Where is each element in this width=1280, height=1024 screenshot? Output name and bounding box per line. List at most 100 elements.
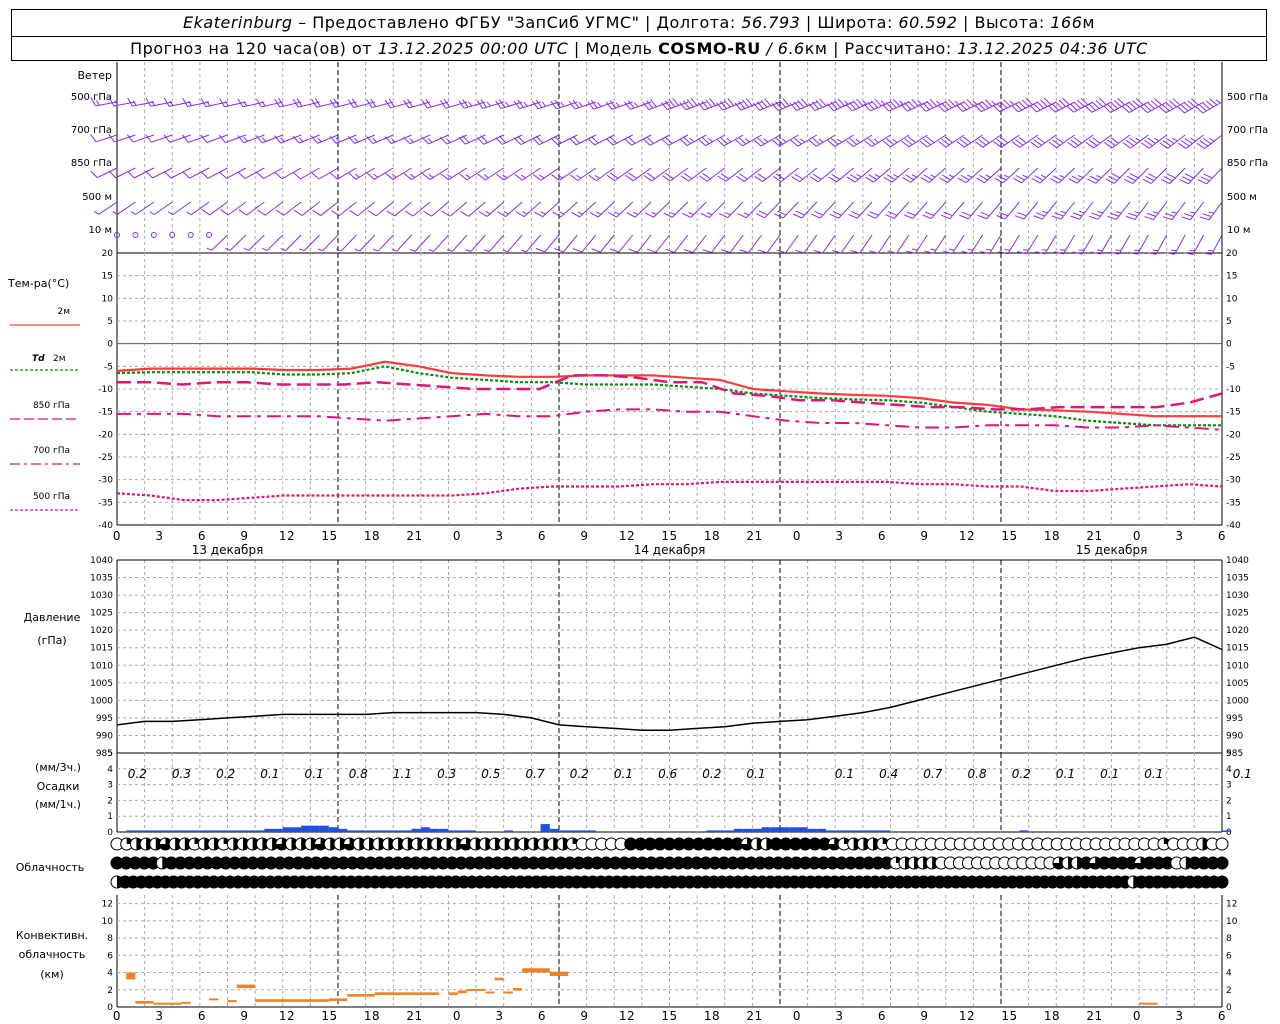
- wind-barb-half: [149, 211, 155, 216]
- wind-barb-half: [986, 248, 992, 251]
- wind-barb-feather: [1033, 215, 1043, 220]
- wind-barb-feather: [1126, 175, 1136, 182]
- wind-barb-half: [410, 248, 416, 252]
- wind-barb-staff: [859, 234, 873, 254]
- wind-barb-half: [1134, 249, 1140, 252]
- wind-barb: [1109, 234, 1131, 255]
- wind-barb-half: [317, 248, 323, 252]
- wind-barb-feather: [1160, 179, 1170, 185]
- wind-barb-feather: [1030, 141, 1039, 149]
- wind-barb-feather: [775, 137, 784, 145]
- wind-barb-feather: [1092, 137, 1101, 144]
- convective-cloud-bar: [135, 1000, 154, 1004]
- wind-barb-feather: [943, 211, 953, 217]
- x-tick-label-bottom: 12: [959, 1009, 975, 1023]
- wind-barb-feather: [686, 99, 694, 108]
- wind-barb-feather: [1142, 178, 1152, 185]
- wind-barb: [1177, 98, 1204, 114]
- y-tick-label-left: 4: [107, 765, 113, 775]
- wind-barb-feather: [591, 100, 598, 109]
- precip-bar: [291, 827, 302, 832]
- wind-barb: [465, 234, 486, 252]
- wind-barb-half: [541, 101, 547, 107]
- wind-barb-half: [1097, 211, 1104, 214]
- wind-barb-half: [725, 212, 731, 216]
- y-tick-label-right: 2: [1226, 796, 1232, 806]
- wind-barb-feather: [791, 176, 800, 183]
- y-tick-label-left: -25: [98, 453, 113, 463]
- date-label: 15 декабря: [1076, 543, 1148, 557]
- wind-barb-half: [1215, 99, 1221, 104]
- wind-barb-half: [1009, 100, 1015, 106]
- wind-barb-feather: [1014, 215, 1025, 220]
- wind-barb: [1146, 234, 1168, 255]
- wind-barb-half: [373, 248, 379, 252]
- wind-barb-feather: [1088, 215, 1099, 220]
- convective-cloud-bar: [328, 998, 338, 1001]
- y-tick-label-right: -30: [1226, 476, 1241, 486]
- x-tick-label-bottom: 3: [835, 1009, 843, 1023]
- x-tick-label: 0: [793, 529, 801, 543]
- cloud-cover-symbol: [1215, 856, 1229, 870]
- wind-barb-feather: [864, 140, 873, 148]
- wind-barb: [299, 234, 320, 252]
- precip-3h-sum: 0.1: [747, 767, 766, 781]
- wind-barb: [317, 234, 339, 252]
- y-tick-label-left: 2: [107, 796, 113, 806]
- wind-barb-feather: [868, 174, 877, 180]
- y-tick-label-right: 1015: [1226, 644, 1249, 654]
- wind-barb-feather: [851, 211, 861, 216]
- wind-barb-half: [132, 100, 137, 106]
- wind-barb-half: [1208, 211, 1214, 214]
- wind-barb: [1183, 234, 1205, 255]
- y-tick-label-right: 4: [1226, 765, 1232, 775]
- wind-barb-feather: [757, 173, 767, 180]
- wind-barb-half: [708, 137, 713, 143]
- x-tick-label: 3: [155, 529, 163, 543]
- wind-barb-feather: [923, 174, 933, 181]
- wind-barb-staff: [507, 234, 523, 253]
- wind-barb-feather: [760, 99, 768, 108]
- wind-barb-half: [483, 174, 489, 179]
- wind-barb-feather: [403, 173, 412, 180]
- y-tick-label-right: -35: [1226, 498, 1241, 508]
- wind-barb-feather: [589, 212, 599, 218]
- precip-3h-sum: 0.2: [216, 767, 235, 781]
- precip-3h-sum: 0.1: [614, 767, 633, 781]
- wind-barb-half: [465, 249, 471, 252]
- wind-barb-feather: [330, 210, 340, 217]
- x-tick-label: 12: [959, 529, 975, 543]
- wind-barb-feather: [808, 139, 817, 147]
- x-tick-label: 9: [240, 529, 248, 543]
- y-tick-label-right: 1040: [1226, 556, 1249, 566]
- wind-barb: [924, 234, 947, 254]
- wind-barb-staff: [1118, 234, 1131, 255]
- y-tick-label-left: -5: [104, 362, 113, 372]
- pressure-panel-unit: (гПа): [37, 634, 66, 647]
- wind-barb-half: [936, 100, 941, 105]
- wind-barb-feather: [1033, 139, 1042, 146]
- wind-barb-feather: [572, 248, 583, 253]
- precip-bar: [853, 830, 863, 832]
- wind-barb-feather: [812, 137, 821, 145]
- wind-barb-staff: [266, 234, 284, 251]
- y-tick-label-left: 5: [107, 749, 113, 759]
- wind-barb-feather: [764, 98, 772, 107]
- wind-barb: [937, 99, 965, 112]
- precip-bar: [301, 825, 311, 832]
- legend-td-label: 2м: [53, 354, 66, 364]
- wind-barb-feather: [960, 174, 970, 181]
- wind-barb-feather: [608, 212, 617, 218]
- legend-td-symbol: Td: [32, 354, 45, 364]
- x-tick-label-bottom: 21: [746, 1009, 762, 1023]
- wind-barb-feather: [997, 175, 1007, 181]
- wind-barb-feather: [1162, 216, 1173, 221]
- wind-barb-feather: [513, 100, 521, 109]
- wind-barb-half: [632, 211, 639, 215]
- wind-barb-half: [1115, 249, 1122, 252]
- legend-700-label: 700 гПа: [33, 446, 70, 456]
- wind-barb-half: [726, 138, 732, 143]
- wind-barb-feather: [606, 174, 616, 182]
- wind-barb-half: [614, 211, 620, 215]
- wind-barb-feather: [163, 171, 172, 179]
